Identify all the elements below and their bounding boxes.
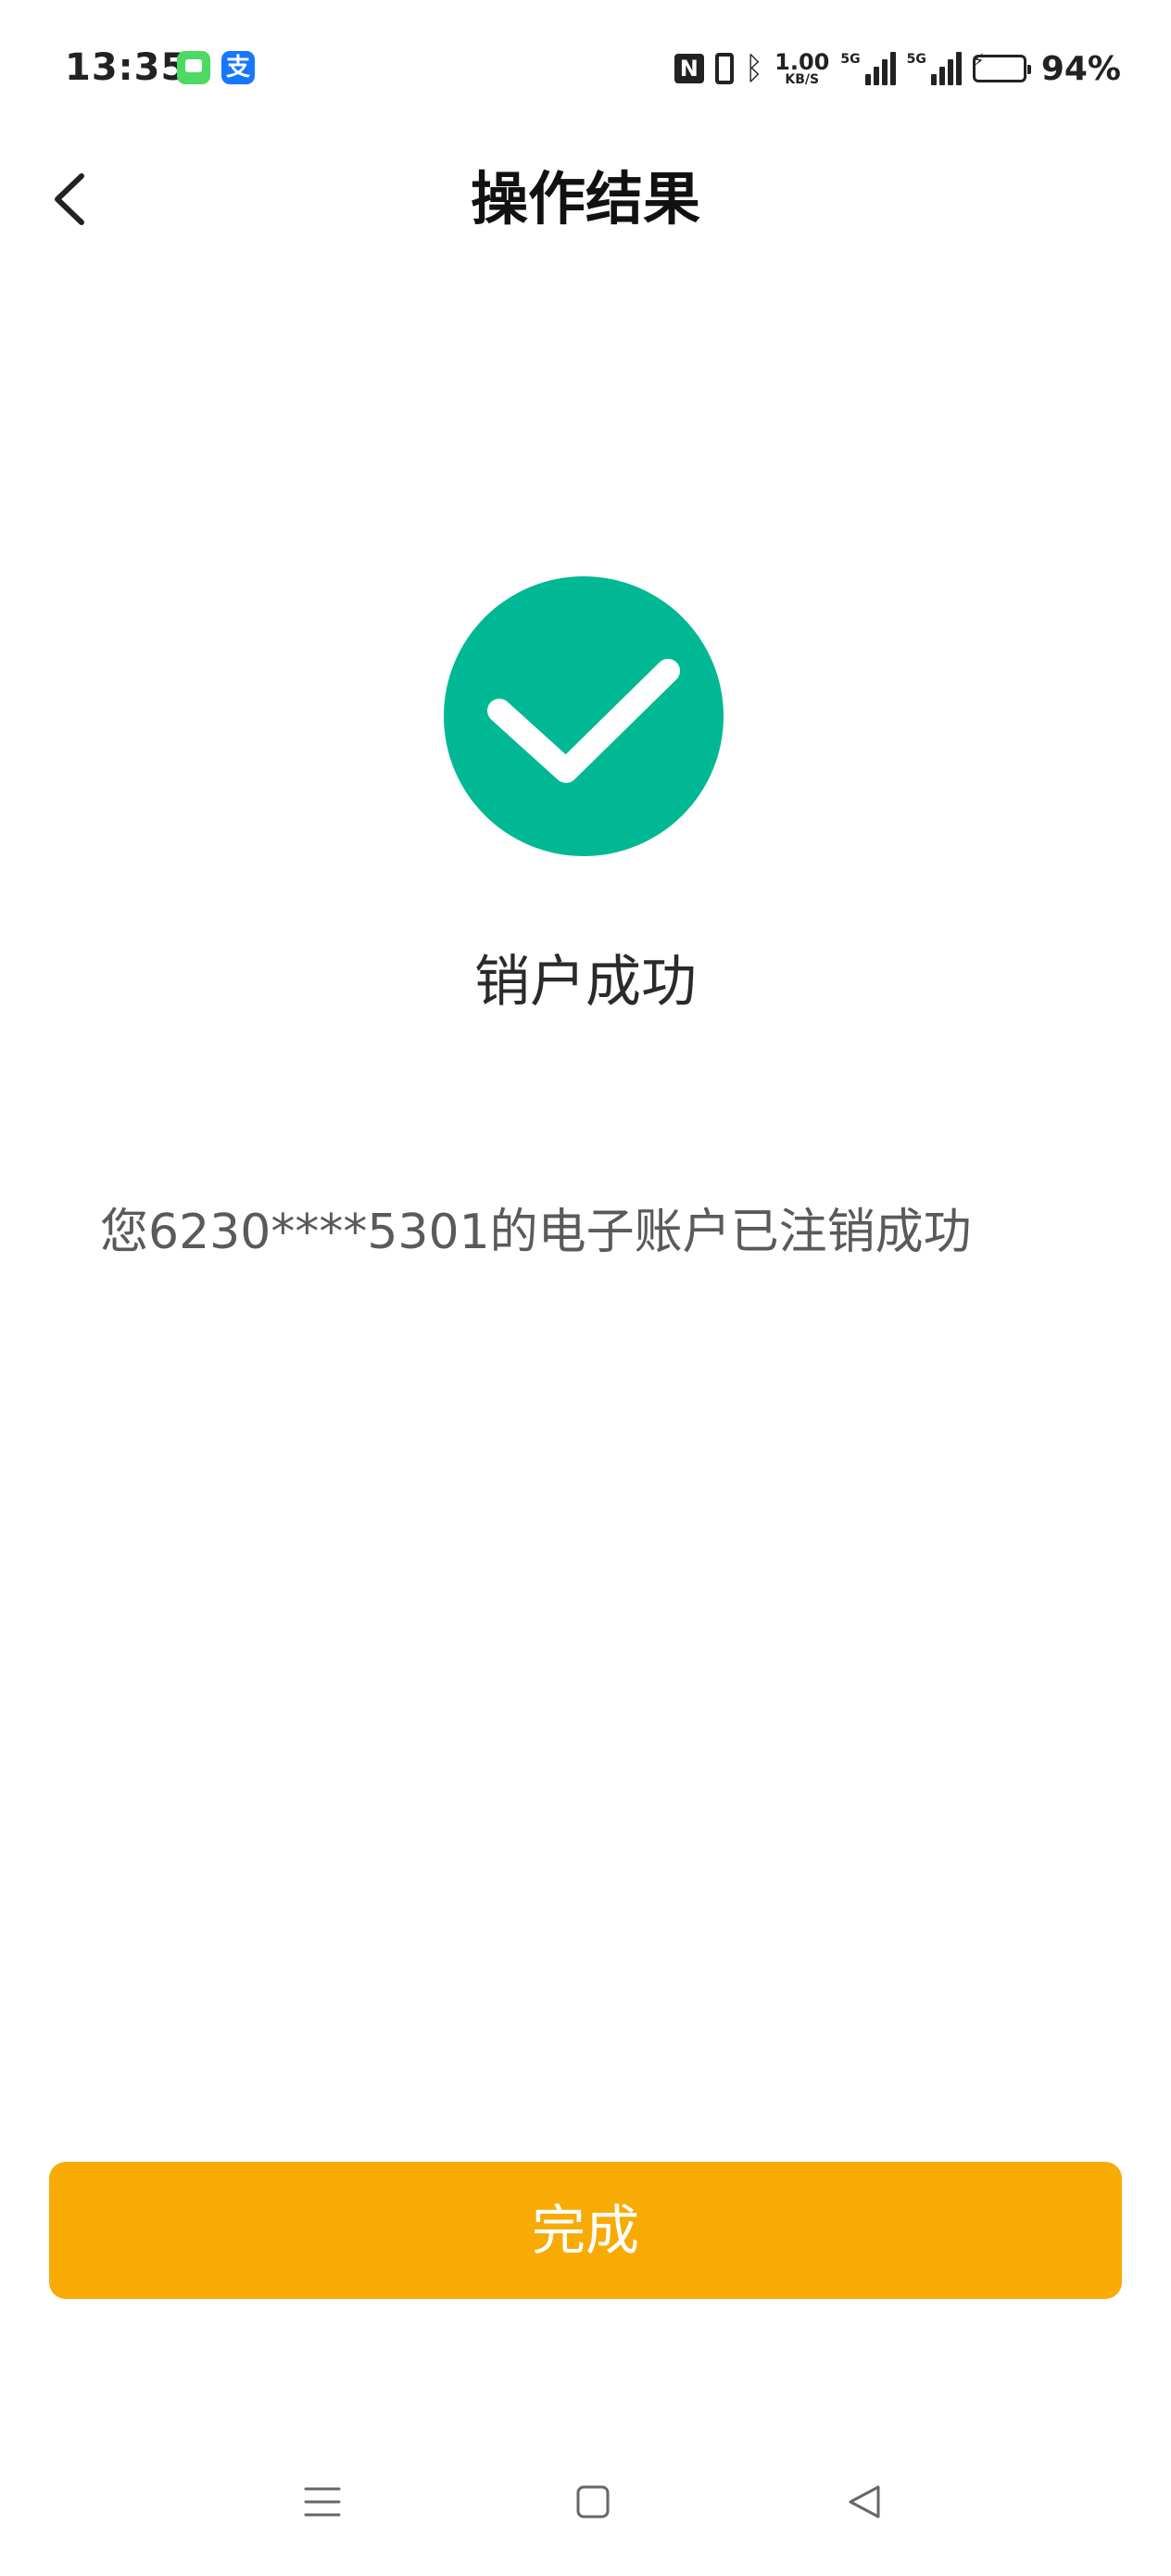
menu-icon [304,2487,341,2517]
status-time: 13:35 [65,46,188,89]
nfc-icon: N [674,54,704,83]
nav-menu-button[interactable] [295,2474,350,2530]
status-icons: N ᛒ 1.00 KB/S 5G 5G ⚡ 94% [674,49,1121,88]
home-icon [576,2485,610,2519]
result-message: 您6230****5301的电子账户已注销成功 [100,1205,972,1260]
system-nav-bar [0,2437,1171,2576]
signal-icon: 5G [840,52,896,85]
status-bar: 13:35 支 N ᛒ 1.00 KB/S 5G 5G ⚡ 94% [0,0,1171,139]
alipay-app-icon: 支 [221,51,255,84]
message-app-icon [177,51,210,84]
header-bar: 操作结果 [0,148,1171,250]
battery-icon: ⚡ [972,51,1031,82]
bluetooth-icon: ᛒ [744,50,764,87]
signal-tag: 5G [840,52,861,67]
signal-icon-2: 5G [907,52,962,85]
result-screen: 13:35 支 N ᛒ 1.00 KB/S 5G 5G ⚡ 94% 操作结果 销… [0,0,1171,2576]
nav-back-button[interactable] [837,2474,893,2530]
vibrate-icon [714,53,734,84]
charging-bolt-icon: ⚡ [971,49,985,71]
back-triangle-icon [849,2485,880,2519]
signal-tag-2: 5G [906,52,926,67]
battery-percent: 94% [1040,49,1121,88]
network-speed-unit: KB/S [785,72,820,87]
done-button[interactable]: 完成 [49,2162,1122,2299]
nav-home-button[interactable] [565,2474,621,2530]
network-speed: 1.00 KB/S [774,51,829,86]
check-circle-icon [444,576,724,856]
result-title: 销户成功 [474,950,697,1015]
network-speed-value: 1.00 [774,49,830,75]
page-title: 操作结果 [470,165,700,233]
